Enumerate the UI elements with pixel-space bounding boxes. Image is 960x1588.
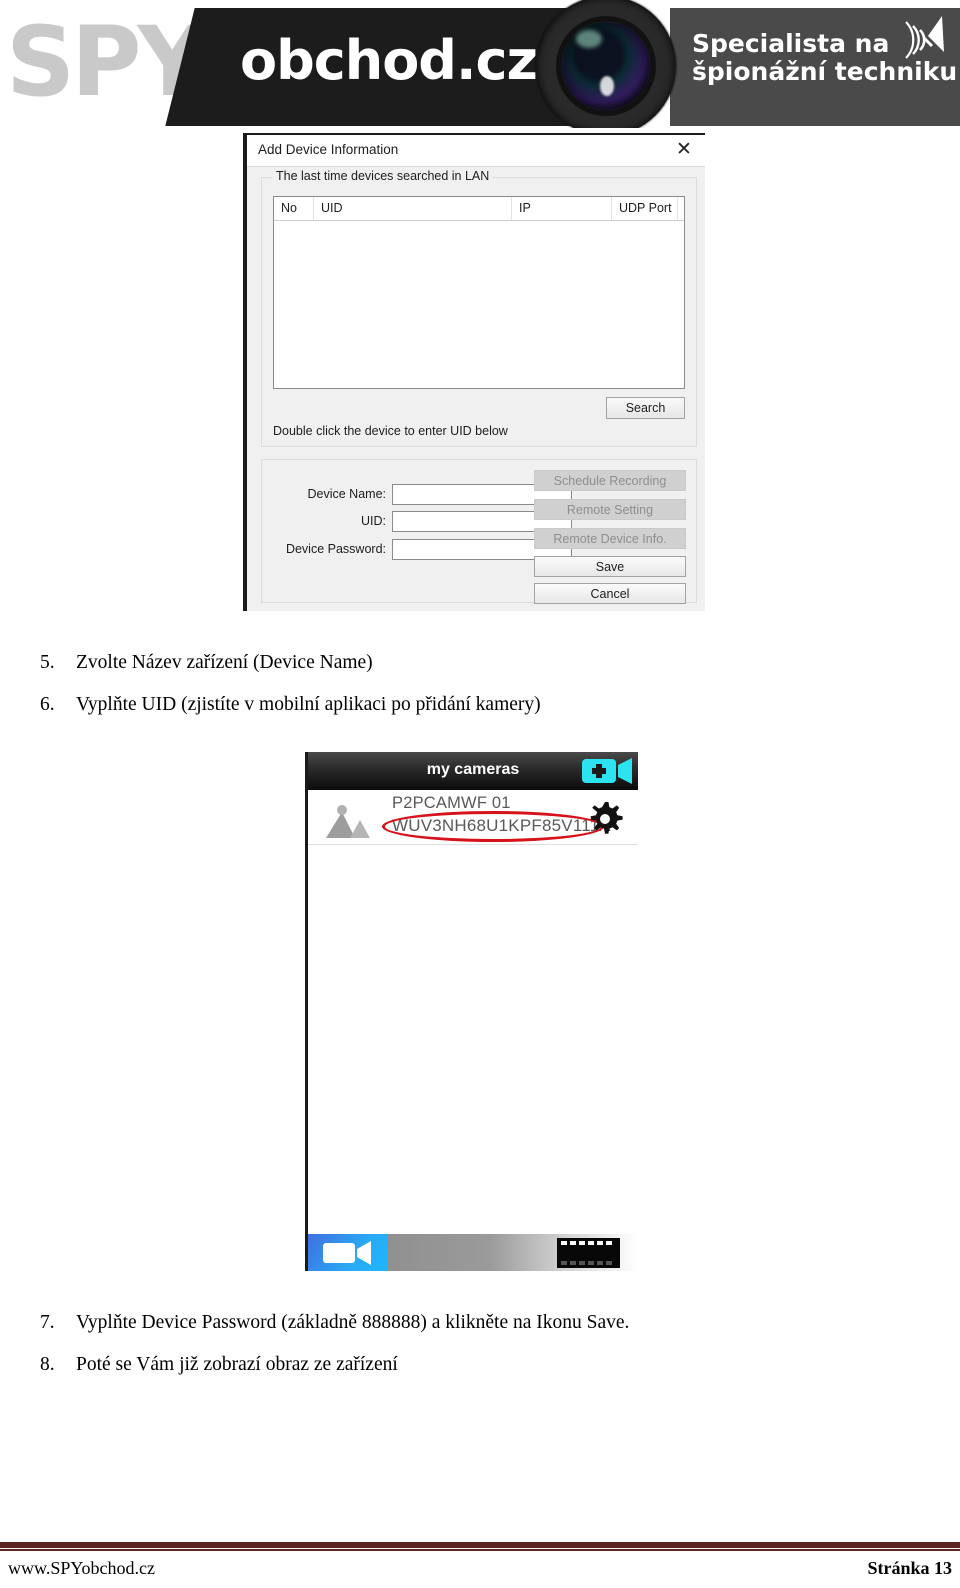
step-6-text: Vyplňte UID (zjistíte v mobilní aplikaci… xyxy=(76,694,541,715)
step-5-text: Zvolte Název zařízení (Device Name) xyxy=(76,652,373,673)
phone-content-area xyxy=(308,845,638,1234)
lens-highlight xyxy=(576,30,602,48)
double-click-hint: Double click the device to enter UID bel… xyxy=(273,424,508,438)
step-8-text: Poté se Vám již zobrazí obraz ze zařízen… xyxy=(76,1354,398,1375)
close-icon[interactable]: ✕ xyxy=(673,139,695,161)
device-results-table[interactable]: No UID IP UDP Port xyxy=(273,196,685,389)
dialog-title: Add Device Information xyxy=(258,142,399,157)
step-7-text: Vyplňte Device Password (základně 888888… xyxy=(76,1312,630,1333)
step-6: 6. Vyplňte UID (zjistíte v mobilní aplika… xyxy=(40,694,541,716)
cancel-button[interactable]: Cancel xyxy=(534,583,686,604)
lens-inner xyxy=(562,22,650,110)
step-5-number: 5. xyxy=(40,652,55,673)
phone-bottom-bar xyxy=(308,1234,638,1271)
phone-top-bar: my cameras xyxy=(308,752,638,790)
table-header-row: No UID IP UDP Port xyxy=(274,197,684,221)
document-page: SPY obchod.cz Specialista na špionážní t… xyxy=(0,0,960,1588)
remote-setting-button[interactable]: Remote Setting xyxy=(534,499,686,520)
dialog-title-bar: Add Device Information ✕ xyxy=(247,135,705,167)
uid-highlight-ellipse xyxy=(382,811,604,842)
step-8-number: 8. xyxy=(40,1354,55,1375)
column-header-no: No xyxy=(274,197,314,220)
camcorder-icon[interactable] xyxy=(308,1234,388,1271)
satellite-dish-icon xyxy=(905,16,944,59)
add-device-dialog: Add Device Information ✕ The last time d… xyxy=(243,133,705,611)
schedule-recording-button[interactable]: Schedule Recording xyxy=(534,470,686,491)
search-button[interactable]: Search xyxy=(606,397,685,419)
device-name-label: Device Name: xyxy=(307,487,387,501)
uid-label: UID: xyxy=(361,514,386,528)
film-strip-icon[interactable] xyxy=(557,1238,620,1268)
column-header-uid: UID xyxy=(314,197,512,220)
lens-glint xyxy=(600,76,614,96)
step-6-number: 6. xyxy=(40,694,55,715)
mobile-app-screenshot: my cameras P2PCAMWF 01 WUV3NH68U1KPF85V1… xyxy=(305,752,638,1271)
brand-main-text: obchod.cz xyxy=(240,29,538,92)
footer-page-number: Stránka 13 xyxy=(867,1558,952,1578)
camera-list-item[interactable]: P2PCAMWF 01 WUV3NH68U1KPF85V111A xyxy=(308,790,638,845)
lan-search-group: The last time devices searched in LAN No… xyxy=(261,169,697,447)
step-8: 8. Poté se Vám již zobrazí obraz ze zaříz… xyxy=(40,1354,398,1376)
step-5: 5. Zvolte Název zařízení (Device Name) xyxy=(40,652,373,674)
column-header-ip: IP xyxy=(512,197,612,220)
save-button[interactable]: Save xyxy=(534,556,686,577)
footer-site-url: www.SPYobchod.cz xyxy=(8,1558,156,1578)
footer-divider xyxy=(0,1542,960,1552)
device-form-group: Device Name: UID: Device Password: Sched… xyxy=(261,459,697,604)
site-banner: SPY obchod.cz Specialista na špionážní t… xyxy=(0,0,960,128)
gear-icon[interactable] xyxy=(586,800,624,838)
column-header-udp-port: UDP Port xyxy=(612,197,678,220)
device-password-label: Device Password: xyxy=(285,542,386,556)
remote-device-info-button[interactable]: Remote Device Info. xyxy=(534,528,686,549)
image-placeholder-icon xyxy=(326,805,370,838)
add-camera-icon[interactable] xyxy=(580,756,638,786)
footer-rule-thin xyxy=(0,1549,960,1551)
table-body-empty xyxy=(274,221,684,388)
step-7-number: 7. xyxy=(40,1312,55,1333)
step-7: 7. Vyplňte Device Password (základně 8888… xyxy=(40,1312,629,1334)
lan-group-legend: The last time devices searched in LAN xyxy=(272,169,494,183)
camera-lens-icon xyxy=(536,0,676,128)
